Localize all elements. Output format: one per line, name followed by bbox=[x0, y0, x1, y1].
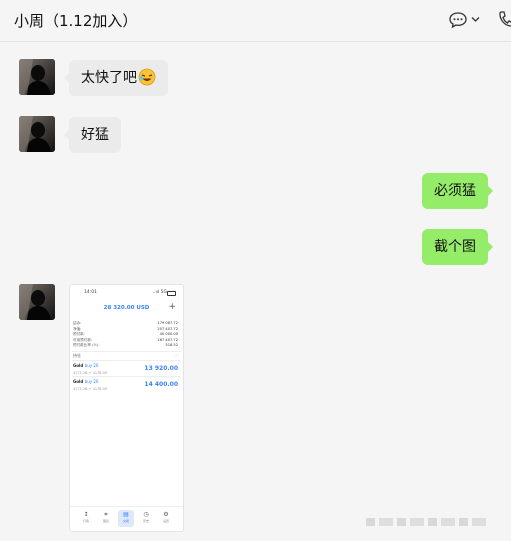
laughing-emoji-icon bbox=[138, 68, 156, 86]
divider bbox=[72, 351, 181, 352]
tab-trade: ▤ 交易 bbox=[118, 510, 134, 527]
avatar[interactable] bbox=[19, 59, 55, 95]
position-direction: buy 20 bbox=[84, 363, 99, 368]
chart-icon: ⌗ bbox=[104, 511, 108, 518]
chat-header: 小周（1.12加入） bbox=[0, 0, 511, 42]
phone-status-bar: 14:01 ..ııl 5G bbox=[70, 290, 183, 298]
history-icon: ◷ bbox=[143, 511, 149, 518]
message-text: 截个图 bbox=[434, 239, 476, 255]
chat-title: 小周（1.12加入） bbox=[14, 12, 138, 30]
tab-label: 设置 bbox=[162, 519, 169, 523]
bottom-nav: ↕ 行情 ⌗ 图表 ▤ 交易 ◷ 历史 ⚙ 设置 bbox=[70, 506, 183, 531]
avatar-image bbox=[19, 116, 55, 152]
avatar-image bbox=[19, 284, 55, 320]
divider bbox=[72, 376, 181, 377]
summary-row: 预付款比率 (%): 518.52 bbox=[73, 343, 178, 349]
summary-label: 预付款: bbox=[73, 332, 85, 336]
summary-label: 预付款比率 (%): bbox=[73, 343, 100, 347]
battery-icon bbox=[167, 291, 176, 296]
tab-label: 交易 bbox=[122, 519, 129, 523]
avatar[interactable] bbox=[19, 284, 55, 320]
tab-label: 图表 bbox=[102, 519, 109, 523]
message-bubble[interactable]: 好猛 bbox=[64, 117, 121, 153]
divider bbox=[72, 360, 181, 361]
image-message[interactable]: 14:01 ..ııl 5G 28 320.00 USD + 结余: 179 08… bbox=[69, 284, 184, 532]
summary-label: 可用预付款: bbox=[73, 337, 93, 342]
tab-label: 行情 bbox=[82, 519, 89, 523]
message-bubble[interactable]: 截个图 bbox=[422, 229, 493, 265]
avatar-image bbox=[19, 59, 55, 95]
trade-icon: ▤ bbox=[123, 511, 129, 518]
account-balance: 28 320.00 USD bbox=[103, 305, 150, 311]
tab-label: 历史 bbox=[142, 519, 149, 523]
message-bubble[interactable]: 太快了吧 bbox=[64, 60, 168, 96]
watermark: @ bbox=[356, 517, 506, 529]
quotes-icon: ↕ bbox=[83, 511, 89, 518]
positions-label: 持仓 bbox=[73, 353, 81, 358]
more-icon: ... bbox=[174, 352, 178, 357]
positions-header: 持仓 ... bbox=[73, 352, 178, 359]
message-text: 必须猛 bbox=[434, 183, 476, 199]
position-item: Gold buy 20 4171.28 → 4178.00 14 400.00 bbox=[73, 379, 178, 401]
status-time: 14:01 bbox=[84, 290, 97, 295]
message-text: 好猛 bbox=[81, 127, 109, 143]
chat-bubble-icon[interactable] bbox=[448, 11, 468, 29]
position-direction: buy 20 bbox=[84, 379, 99, 384]
tab-history: ◷ 历史 bbox=[138, 510, 154, 527]
phone-icon[interactable] bbox=[497, 10, 511, 30]
watermark-mark bbox=[366, 518, 486, 526]
tab-charts: ⌗ 图表 bbox=[98, 510, 114, 527]
position-symbol: Gold bbox=[73, 363, 84, 368]
position-prices: 4171.28 → 4178.00 bbox=[73, 387, 108, 391]
position-prices: 4171.28 → 4178.00 bbox=[73, 371, 108, 375]
message-text: 太快了吧 bbox=[81, 70, 137, 86]
signal-indicator: ..ııl 5G bbox=[152, 290, 167, 295]
summary-label: 净值: bbox=[73, 326, 82, 331]
summary-value: 518.52 bbox=[165, 343, 178, 347]
message-bubble[interactable]: 必须猛 bbox=[422, 173, 493, 209]
tab-settings: ⚙ 设置 bbox=[158, 510, 174, 527]
gear-icon: ⚙ bbox=[163, 511, 169, 518]
account-summary: 结余: 179 087.72 净值: 207 407.72 预付款: 40 000.0… bbox=[73, 321, 178, 349]
tab-quotes: ↕ 行情 bbox=[78, 510, 94, 527]
avatar[interactable] bbox=[19, 116, 55, 152]
position-symbol: Gold bbox=[73, 379, 84, 384]
position-profit: 14 400.00 bbox=[144, 381, 178, 388]
chevron-down-icon[interactable] bbox=[471, 16, 480, 23]
plus-icon: + bbox=[168, 302, 176, 312]
summary-label: 结余: bbox=[73, 321, 82, 325]
position-profit: 13 920.00 bbox=[144, 365, 178, 372]
